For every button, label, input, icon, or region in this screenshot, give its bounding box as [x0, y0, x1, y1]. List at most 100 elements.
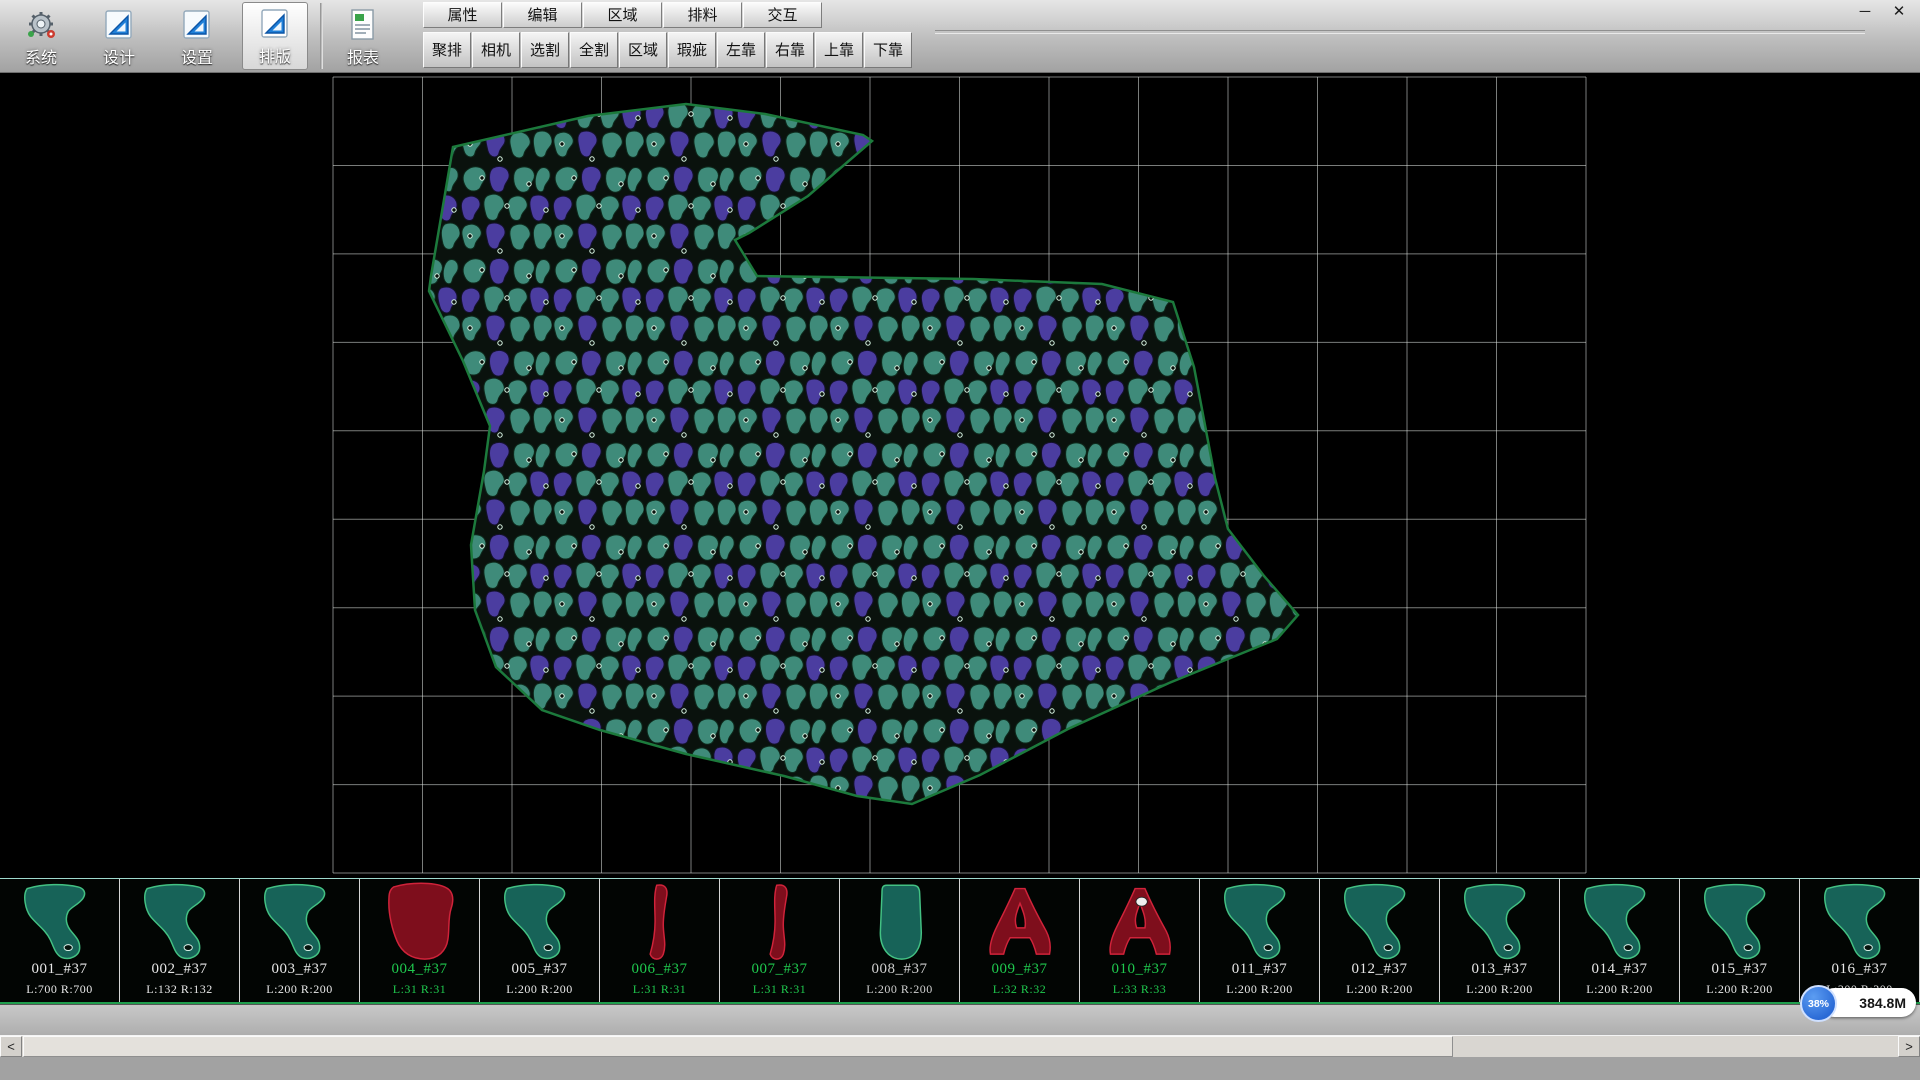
app-button-system[interactable]: 系统 [8, 2, 74, 70]
piece-shape [128, 882, 232, 964]
scrollbar-thumb[interactable] [23, 1036, 1453, 1057]
app-button-label: 设计 [103, 44, 135, 68]
set-square-icon [179, 7, 215, 43]
piece-counts: L:33 R:33 [1080, 982, 1199, 997]
tool-button-4[interactable]: 全割 [570, 32, 618, 68]
piece-shape [1328, 882, 1432, 964]
application-window: 系统 设计 设置 排版 [0, 0, 1920, 1080]
piece-shape [1688, 882, 1792, 964]
tool-button-7[interactable]: 左靠 [717, 32, 765, 68]
piece-strip: 001_#37 L:700 R:700002_#37L:132 R:132003_… [0, 878, 1920, 1004]
window-controls: ─ ✕ [1854, 2, 1910, 22]
app-button-label: 系统 [25, 44, 57, 68]
tool-button-1[interactable]: 聚排 [423, 32, 471, 68]
piece-thumbnail-011_#37[interactable]: 011_#37 L:200 R:200 [1200, 879, 1320, 1002]
app-button-settings[interactable]: 设置 [164, 2, 230, 70]
piece-thumbnail-009_#37[interactable]: 009_#37L:32 R:32 [960, 879, 1080, 1002]
status-band [0, 1004, 1920, 1035]
piece-thumbnail-015_#37[interactable]: 015_#37 L:200 R:200 [1680, 879, 1800, 1002]
gear-icon [23, 7, 59, 43]
piece-shape [1568, 882, 1672, 964]
piece-name: 004_#37 [360, 961, 479, 978]
piece-shape [968, 882, 1072, 964]
tool-button-6[interactable]: 瑕疵 [668, 32, 716, 68]
piece-counts: L:200 R:200 [1320, 982, 1439, 997]
piece-shape [368, 882, 472, 964]
piece-counts: L:200 R:200 [1440, 982, 1559, 997]
piece-counts: L:31 R:31 [720, 982, 839, 997]
toolbar-groove [935, 30, 1865, 34]
menu-tab-row: 属性编辑区域排料交互 [423, 2, 822, 28]
toolbar: 系统 设计 设置 排版 [0, 0, 1920, 73]
piece-counts: L:700 R:700 [0, 982, 119, 997]
piece-counts: L:32 R:32 [960, 982, 1079, 997]
piece-name: 015_#37 [1680, 961, 1799, 978]
tool-button-9[interactable]: 上靠 [815, 32, 863, 68]
piece-counts: L:200 R:200 [240, 982, 359, 997]
piece-shape [1208, 882, 1312, 964]
tool-button-10[interactable]: 下靠 [864, 32, 912, 68]
piece-shape [1808, 882, 1912, 964]
piece-name: 001_#37 [0, 961, 119, 978]
piece-thumbnail-005_#37[interactable]: 005_#37L:200 R:200 [480, 879, 600, 1002]
scroll-left-button[interactable]: < [0, 1036, 22, 1057]
piece-thumbnail-006_#37[interactable]: 006_#37L:31 R:31 [600, 879, 720, 1002]
piece-shape [248, 882, 352, 964]
app-button-label: 报表 [347, 44, 379, 68]
set-square-icon [101, 7, 137, 43]
leather-hide-shape[interactable] [429, 104, 1298, 804]
progress-widget: 384.8M 38% [1800, 980, 1920, 1026]
piece-name: 002_#37 [120, 961, 239, 978]
piece-name: 007_#37 [720, 961, 839, 978]
scroll-right-button[interactable]: > [1898, 1036, 1920, 1057]
piece-name: 003_#37 [240, 961, 359, 978]
piece-counts: L:200 R:200 [1200, 982, 1319, 997]
tool-button-2[interactable]: 相机 [472, 32, 520, 68]
nesting-canvas [0, 73, 1920, 878]
piece-name: 012_#37 [1320, 961, 1439, 978]
set-square-icon [257, 6, 293, 42]
piece-thumbnail-013_#37[interactable]: 013_#37L:200 R:200 [1440, 879, 1560, 1002]
piece-thumbnail-002_#37[interactable]: 002_#37L:132 R:132 [120, 879, 240, 1002]
piece-thumbnail-008_#37[interactable]: 008_#37L:200 R:200 [840, 879, 960, 1002]
app-button-design[interactable]: 设计 [86, 2, 152, 70]
menu-tab-3[interactable]: 区域 [583, 2, 662, 28]
piece-thumbnail-007_#37[interactable]: 007_#37 L:31 R:31 [720, 879, 840, 1002]
app-button-report[interactable]: 报表 [330, 2, 396, 70]
tool-button-5[interactable]: 区域 [619, 32, 667, 68]
report-icon [345, 7, 381, 43]
menu-tab-4[interactable]: 排料 [663, 2, 742, 28]
bottom-band [0, 1057, 1920, 1080]
tool-button-3[interactable]: 选割 [521, 32, 569, 68]
minimize-button[interactable]: ─ [1854, 2, 1876, 22]
close-button[interactable]: ✕ [1888, 2, 1910, 22]
piece-name: 016_#37 [1800, 961, 1919, 978]
piece-name: 010_#37 [1080, 961, 1199, 978]
canvas-viewport[interactable] [0, 73, 1920, 878]
piece-thumbnail-001_#37[interactable]: 001_#37 L:700 R:700 [0, 879, 120, 1002]
piece-thumbnail-003_#37[interactable]: 003_#37 L:200 R:200 [240, 879, 360, 1002]
app-button-label: 设置 [181, 44, 213, 68]
piece-counts: L:31 R:31 [360, 982, 479, 997]
menu-tab-2[interactable]: 编辑 [503, 2, 582, 28]
piece-shape [8, 882, 112, 964]
piece-counts: L:200 R:200 [480, 982, 599, 997]
progress-circle: 38% [1800, 985, 1837, 1022]
horizontal-scrollbar[interactable]: < > [0, 1035, 1920, 1057]
piece-counts: L:200 R:200 [840, 982, 959, 997]
menu-tab-1[interactable]: 属性 [423, 2, 502, 28]
piece-thumbnail-012_#37[interactable]: 012_#37 L:200 R:200 [1320, 879, 1440, 1002]
piece-name: 011_#37 [1200, 961, 1319, 978]
app-button-label: 排版 [259, 43, 291, 67]
piece-thumbnail-014_#37[interactable]: 014_#37L:200 R:200 [1560, 879, 1680, 1002]
app-button-nesting[interactable]: 排版 [242, 2, 308, 70]
piece-thumbnail-010_#37[interactable]: 010_#37 L:33 R:33 [1080, 879, 1200, 1002]
piece-counts: L:31 R:31 [600, 982, 719, 997]
piece-shape [848, 882, 952, 964]
piece-shape [1088, 882, 1192, 964]
piece-counts: L:200 R:200 [1680, 982, 1799, 997]
tool-button-8[interactable]: 右靠 [766, 32, 814, 68]
menu-tab-5[interactable]: 交互 [743, 2, 822, 28]
piece-shape [488, 882, 592, 964]
piece-thumbnail-004_#37[interactable]: 004_#37 L:31 R:31 [360, 879, 480, 1002]
